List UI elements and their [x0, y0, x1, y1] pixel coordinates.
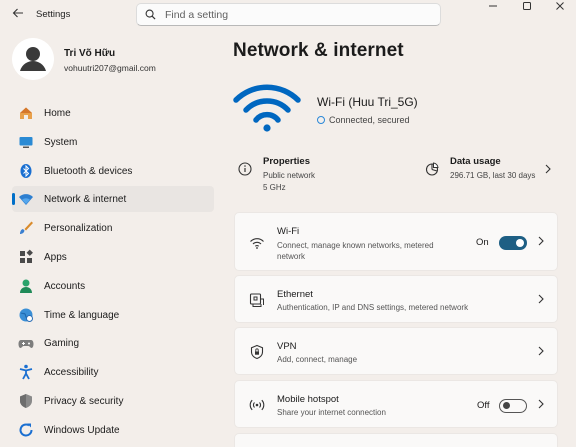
- sidebar-item-label: Windows Update: [44, 424, 120, 436]
- maximize-icon: [523, 2, 531, 10]
- network-icon: [19, 194, 33, 206]
- sidebar-item-personalization[interactable]: Personalization: [12, 215, 214, 241]
- avatar: [12, 38, 54, 80]
- person-icon: [12, 38, 54, 80]
- page-title: Network & internet: [233, 40, 404, 61]
- chevron-right-icon: [537, 294, 545, 307]
- chevron-right-icon: [544, 164, 552, 177]
- title-bar: Settings: [0, 0, 576, 30]
- sidebar-item-label: Accessibility: [44, 367, 99, 379]
- hotspot-description: Share your internet connection: [277, 408, 386, 417]
- vpn-card[interactable]: VPN Add, connect, manage: [234, 327, 558, 375]
- wifi-card[interactable]: Wi-Fi Connect, manage known networks, me…: [234, 212, 558, 271]
- accounts-icon: [20, 279, 32, 293]
- sidebar-item-accessibility[interactable]: Accessibility: [12, 359, 214, 385]
- chevron-right-icon: [537, 236, 545, 249]
- arrow-left-icon: [12, 8, 23, 18]
- hotspot-icon: [249, 399, 265, 411]
- hotspot-title: Mobile hotspot: [277, 394, 339, 405]
- hotspot-toggle-label: Off: [477, 400, 490, 411]
- sidebar-item-gaming[interactable]: Gaming: [12, 330, 214, 356]
- accessibility-icon: [19, 364, 33, 380]
- sidebar-item-label: Time & language: [44, 309, 120, 321]
- wifi-description: Connect, manage known networks, metered …: [277, 241, 434, 261]
- back-button[interactable]: [9, 6, 27, 24]
- properties-button[interactable]: Properties Public network 5 GHz: [238, 155, 418, 197]
- data-usage-detail: 296.71 GB, last 30 days: [450, 171, 536, 180]
- chevron-right-icon: [537, 346, 545, 359]
- globe-icon: [317, 116, 325, 124]
- vpn-description: Add, connect, manage: [277, 355, 358, 364]
- minimize-icon: [489, 5, 497, 7]
- data-usage-title: Data usage: [450, 156, 501, 167]
- update-icon: [19, 423, 33, 437]
- search-box[interactable]: [136, 3, 441, 26]
- search-icon: [145, 9, 156, 20]
- close-icon: [556, 2, 564, 10]
- maximize-button[interactable]: [511, 0, 543, 20]
- shield-icon: [20, 393, 32, 408]
- wifi-hero-icon: [233, 84, 301, 132]
- sidebar-item-system[interactable]: System: [12, 129, 214, 155]
- sidebar-item-time-language[interactable]: Time & language: [12, 302, 214, 328]
- home-icon: [20, 107, 32, 119]
- ethernet-title: Ethernet: [277, 289, 313, 300]
- hotspot-toggle[interactable]: [499, 399, 527, 413]
- sidebar-item-label: System: [44, 136, 78, 148]
- brush-icon: [20, 221, 33, 235]
- sidebar-item-privacy-security[interactable]: Privacy & security: [12, 388, 214, 414]
- chevron-right-icon: [537, 399, 545, 412]
- ethernet-card[interactable]: Ethernet Authentication, IP and DNS sett…: [234, 275, 558, 323]
- sidebar-item-label: Apps: [44, 251, 67, 263]
- wifi-icon: [250, 238, 264, 249]
- app-title: Settings: [36, 9, 71, 20]
- connected-network-name: Wi-Fi (Huu Tri_5G): [317, 95, 418, 109]
- sidebar-item-bluetooth[interactable]: Bluetooth & devices: [12, 158, 214, 184]
- network-band: 5 GHz: [263, 183, 286, 192]
- pie-chart-icon: [425, 162, 439, 176]
- apps-icon: [20, 249, 33, 263]
- toggle-knob: [516, 239, 524, 247]
- sidebar-nav: Home System Bluetooth & devices Network …: [12, 100, 214, 446]
- sidebar-item-label: Privacy & security: [44, 395, 124, 407]
- bluetooth-icon: [20, 163, 32, 178]
- toggle-knob: [503, 402, 510, 410]
- wifi-title: Wi-Fi: [277, 226, 300, 237]
- ethernet-description: Authentication, IP and DNS settings, met…: [277, 303, 469, 312]
- connection-status: Connected, secured: [317, 115, 410, 125]
- globe-icon: [19, 308, 33, 322]
- close-button[interactable]: [544, 0, 576, 20]
- wifi-toggle-label: On: [476, 237, 489, 248]
- user-email: vohuutri207@gmail.com: [64, 63, 156, 73]
- sidebar-item-network[interactable]: Network & internet: [12, 186, 214, 213]
- minimize-button[interactable]: [477, 0, 509, 20]
- sidebar-item-home[interactable]: Home: [12, 100, 214, 126]
- gamepad-icon: [18, 340, 34, 349]
- sidebar-item-label: Accounts: [44, 280, 86, 292]
- next-card-partial[interactable]: [234, 433, 558, 447]
- ethernet-icon: [249, 293, 264, 307]
- network-profile: Public network: [263, 171, 316, 180]
- sidebar-item-label: Network & internet: [44, 194, 127, 206]
- mobile-hotspot-card[interactable]: Mobile hotspot Share your internet conne…: [234, 380, 558, 428]
- system-icon: [19, 136, 33, 148]
- sidebar-item-apps[interactable]: Apps: [12, 244, 214, 270]
- user-name: Tri Võ Hữu: [64, 48, 116, 59]
- sidebar-item-accounts[interactable]: Accounts: [12, 273, 214, 299]
- info-icon: [238, 162, 252, 176]
- sidebar-item-label: Bluetooth & devices: [44, 165, 133, 177]
- properties-title: Properties: [263, 156, 310, 167]
- data-usage-button[interactable]: Data usage 296.71 GB, last 30 days: [425, 155, 555, 185]
- wifi-toggle[interactable]: [499, 236, 527, 250]
- search-input[interactable]: [165, 7, 425, 23]
- sidebar-item-label: Home: [44, 108, 71, 119]
- connection-status-text: Connected, secured: [329, 115, 410, 125]
- user-account-card[interactable]: Tri Võ Hữu vohuutri207@gmail.com: [12, 38, 212, 84]
- sidebar-item-windows-update[interactable]: Windows Update: [12, 417, 214, 443]
- vpn-shield-icon: [250, 344, 264, 360]
- sidebar-item-label: Personalization: [44, 223, 113, 235]
- vpn-title: VPN: [277, 341, 297, 352]
- sidebar-item-label: Gaming: [44, 338, 80, 350]
